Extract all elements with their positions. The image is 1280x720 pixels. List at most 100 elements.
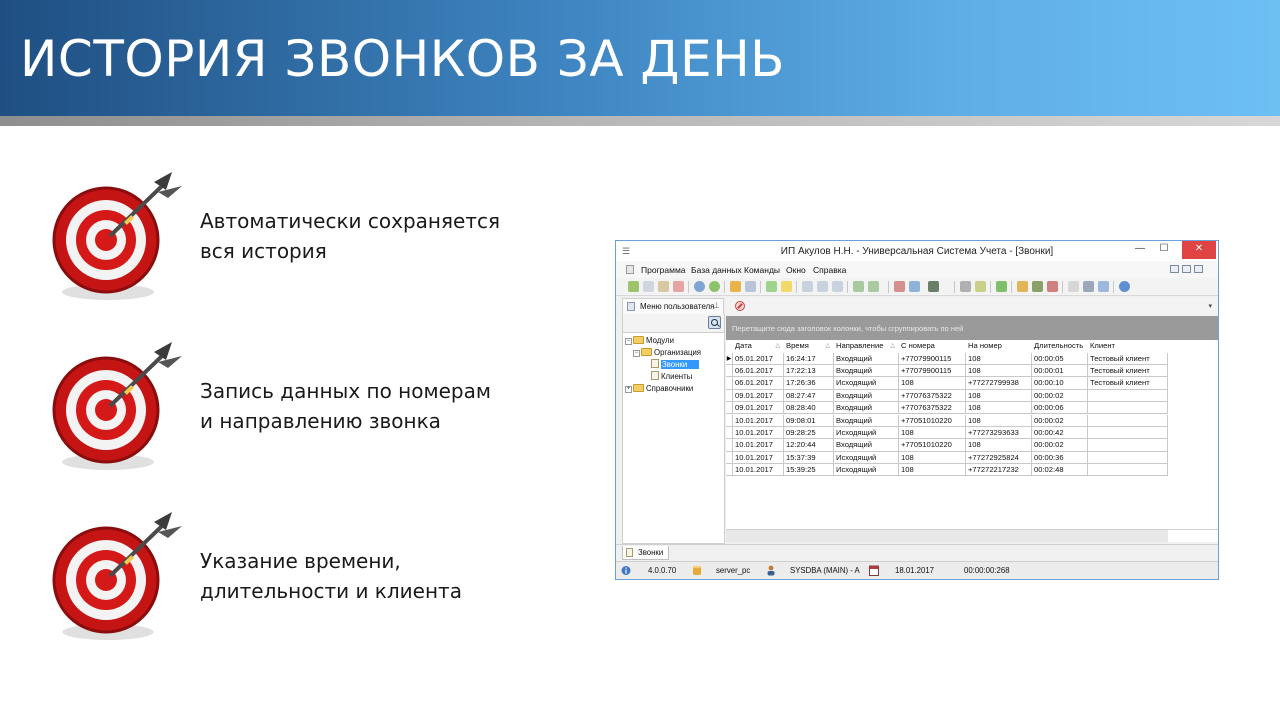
next-record-icon[interactable] [832,281,843,292]
table-cell[interactable]: 00:00:36 [1032,451,1088,465]
row-indicator[interactable] [726,389,733,403]
chevron-down-icon[interactable]: ▾ [1208,302,1212,310]
table-cell[interactable]: 00:00:02 [1032,414,1088,427]
table-cell[interactable]: 108 [966,352,1032,365]
search-icon[interactable] [694,281,705,292]
new-record-icon[interactable] [628,281,639,292]
table-cell[interactable]: 06.01.2017 [733,377,784,390]
search-icon[interactable] [708,316,721,329]
attach-icon[interactable] [766,281,777,292]
tree-node-modules[interactable]: − Модули [625,335,674,347]
table-cell[interactable]: 12:20:44 [784,439,834,452]
table-cell[interactable]: 17:26:36 [784,377,834,390]
collapse-icon[interactable]: − [633,350,640,357]
menu-item-commands[interactable]: Команды [744,265,780,275]
row-indicator[interactable] [726,377,733,390]
table-cell[interactable]: Исходящий [834,451,899,465]
menu-item-window[interactable]: Окно [786,265,806,275]
table-cell[interactable]: 09.01.2017 [733,402,784,415]
row-indicator[interactable] [726,464,733,477]
column-header[interactable]: Время △ [784,340,834,352]
mdi-close-button[interactable] [1194,265,1203,273]
table-cell[interactable]: 16:24:17 [784,352,834,365]
table-cell[interactable]: 108 [899,451,966,465]
table-cell[interactable] [1088,451,1168,465]
user-menu-tab[interactable]: Меню пользователя ⊥ [622,298,724,314]
column-header[interactable]: Дата △ [733,340,784,352]
row-indicator[interactable] [726,439,733,452]
tab-calls[interactable]: Звонки [622,546,669,560]
table-cell[interactable]: 108 [966,439,1032,452]
table-cell[interactable]: Тестовый клиент [1088,364,1168,378]
mdi-restore-button[interactable] [1182,265,1191,273]
tree-node-clients[interactable]: Клиенты [651,371,692,383]
copy-icon[interactable] [643,281,654,292]
row-indicator[interactable] [726,451,733,465]
table-cell[interactable]: 108 [899,426,966,440]
table-cell[interactable]: Входящий [834,352,899,365]
table-cell[interactable]: Входящий [834,389,899,403]
collapse-icon[interactable]: − [625,338,632,345]
table-cell[interactable]: +77272925824 [966,451,1032,465]
table-cell[interactable]: 00:00:01 [1032,364,1088,378]
table-cell[interactable]: +77273293633 [966,426,1032,440]
edit-icon[interactable] [658,281,669,292]
table-cell[interactable]: +77051010220 [899,439,966,452]
table-cell[interactable]: 00:00:05 [1032,352,1088,365]
table-cell[interactable]: 00:02:48 [1032,464,1088,477]
table-cell[interactable]: 00:00:02 [1032,389,1088,403]
table-cell[interactable]: Тестовый клиент [1088,377,1168,390]
tools-icon[interactable] [928,281,939,292]
table-cell[interactable]: +77272217232 [966,464,1032,477]
window-list-icon[interactable] [909,281,920,292]
row-indicator[interactable] [726,364,733,378]
table-cell[interactable] [1088,402,1168,415]
table-cell[interactable]: +77076375322 [899,389,966,403]
table-cell[interactable]: 108 [966,389,1032,403]
column-header[interactable]: С номера [899,340,966,352]
table-cell[interactable]: +77079900115 [899,352,966,365]
tree-node-directories[interactable]: + Справочники [625,383,693,395]
table-cell[interactable]: 15:37:39 [784,451,834,465]
table-cell[interactable]: Исходящий [834,377,899,390]
table-cell[interactable]: Входящий [834,414,899,427]
table-cell[interactable]: +77051010220 [899,414,966,427]
table-cell[interactable]: 00:00:42 [1032,426,1088,440]
print-icon[interactable] [1083,281,1094,292]
table-cell[interactable] [1088,426,1168,440]
table-cell[interactable]: 108 [899,464,966,477]
table-cell[interactable]: 08:28:40 [784,402,834,415]
table-cell[interactable]: 00:00:02 [1032,439,1088,452]
menu-item-help[interactable]: Справка [813,265,846,275]
info-icon[interactable] [1119,281,1130,292]
clear-filter-icon[interactable] [745,281,756,292]
table-cell[interactable]: 17:22:13 [784,364,834,378]
refresh-icon[interactable] [709,281,720,292]
tree-node-organization[interactable]: − Организация [633,347,701,359]
group-by-panel[interactable]: Перетащите сюда заголовок колонки, чтобы… [726,316,1218,340]
table-cell[interactable]: 05.01.2017 [733,352,784,365]
horizontal-scrollbar[interactable] [726,529,1168,542]
settings-icon[interactable] [960,281,971,292]
table-cell[interactable]: +77076375322 [899,402,966,415]
table-cell[interactable]: 10.01.2017 [733,426,784,440]
calendar-icon[interactable] [1068,281,1079,292]
table-cell[interactable]: 10.01.2017 [733,414,784,427]
table-cell[interactable] [1088,439,1168,452]
tree-node-calls[interactable]: Звонки [651,359,700,371]
wizard-icon[interactable] [975,281,986,292]
table-cell[interactable]: 09:28:25 [784,426,834,440]
users-icon[interactable] [1032,281,1043,292]
table-cell[interactable]: +77079900115 [899,364,966,378]
table-cell[interactable] [1088,414,1168,427]
note-icon[interactable] [781,281,792,292]
import-icon[interactable] [868,281,879,292]
table-cell[interactable]: Входящий [834,439,899,452]
column-header[interactable]: На номер [966,340,1032,352]
table-cell[interactable]: +77272799938 [966,377,1032,390]
table-cell[interactable]: 06.01.2017 [733,364,784,378]
table-cell[interactable]: 10.01.2017 [733,464,784,477]
filter-icon[interactable] [730,281,741,292]
window-icon[interactable] [894,281,905,292]
table-cell[interactable]: 108 [966,402,1032,415]
